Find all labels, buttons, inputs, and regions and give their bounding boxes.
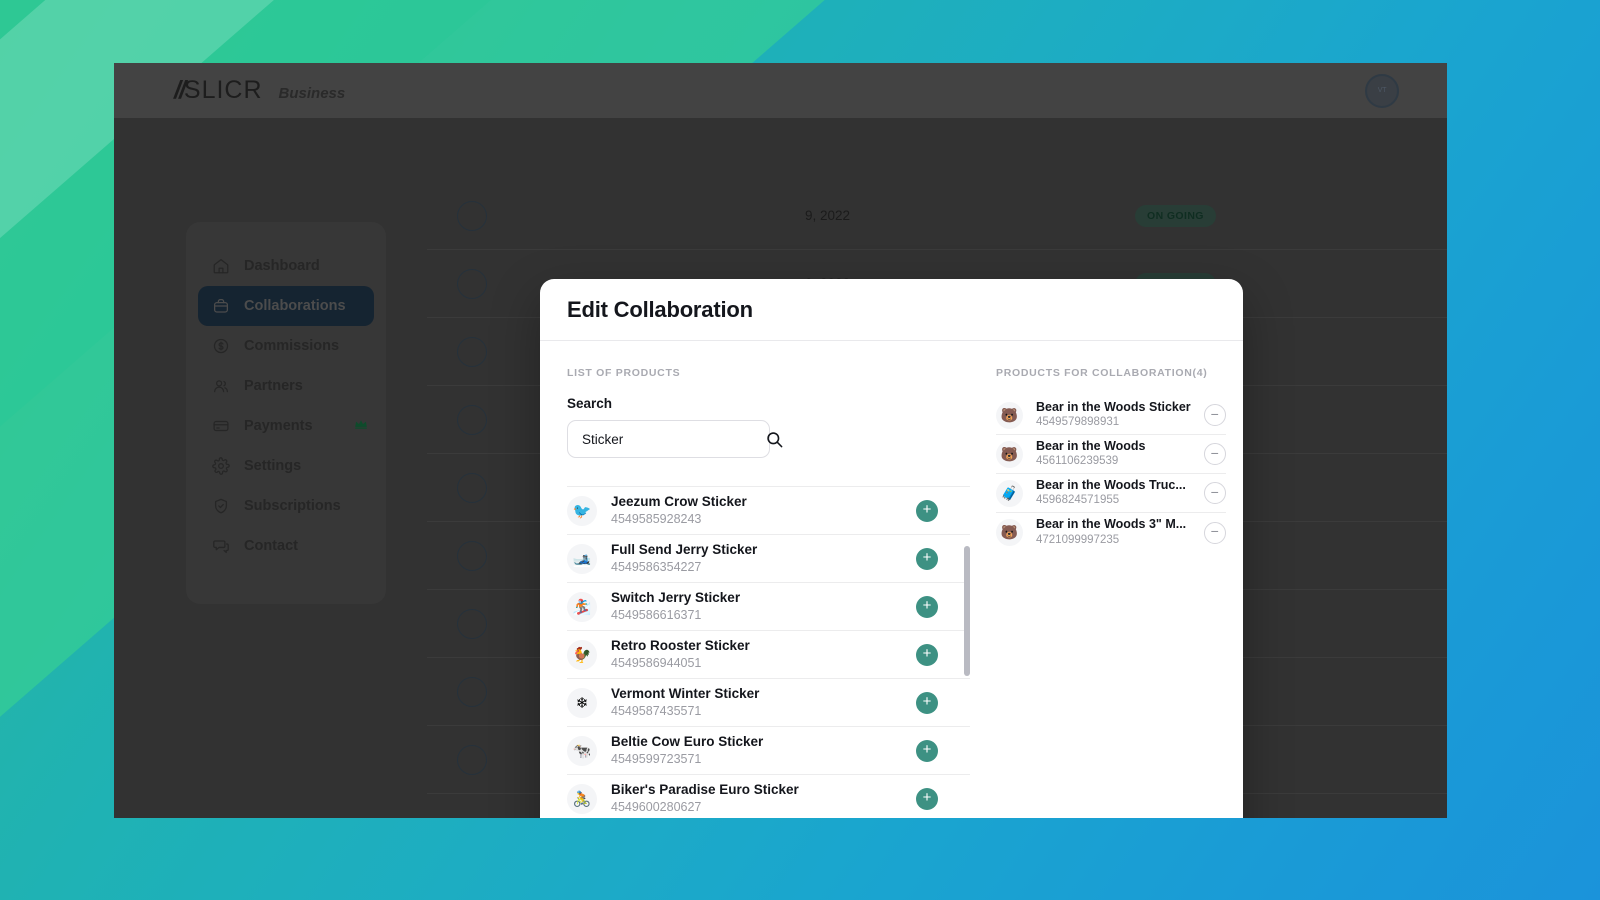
- brand: //SLICR Business: [174, 76, 345, 105]
- product-id: 4549585928243: [611, 511, 702, 526]
- product-thumbnail: 🐻: [996, 401, 1023, 429]
- product-thumbnail: 🚴: [567, 783, 597, 814]
- search-input[interactable]: [582, 431, 759, 447]
- product-name: Switch Jerry Sticker: [611, 589, 741, 605]
- products-for-collaboration-label: PRODUCTS FOR COLLABORATION(4): [996, 367, 1208, 379]
- product-list-item[interactable]: 🐦 Jeezum Crow Sticker 4549585928243 +: [567, 486, 970, 534]
- add-product-button[interactable]: +: [916, 691, 938, 714]
- scrollbar-thumb[interactable]: [964, 546, 970, 676]
- add-product-button[interactable]: +: [916, 547, 938, 570]
- product-thumbnail: ❄: [567, 687, 597, 718]
- add-product-button[interactable]: +: [916, 739, 938, 762]
- selected-product-item[interactable]: 🐻 Bear in the Woods Sticker 4549579898931 −: [996, 396, 1226, 435]
- selected-product-item[interactable]: 🐻 Bear in the Woods 3" M... 4721099997235 −: [996, 513, 1226, 552]
- product-thumbnail: 🧳: [996, 479, 1023, 507]
- product-thumbnail: 🏂: [567, 591, 597, 622]
- product-id: 4549587435571: [611, 703, 702, 718]
- remove-product-button[interactable]: −: [1203, 404, 1226, 426]
- edit-collaboration-modal: Edit Collaboration LIST OF PRODUCTS Sear…: [540, 279, 1243, 818]
- product-id: 4549586354227: [611, 559, 702, 574]
- top-bar: //SLICR Business VT: [114, 63, 1447, 118]
- selected-products-panel: PRODUCTS FOR COLLABORATION(4) 🐻 Bear in t…: [970, 367, 1243, 818]
- product-id: 4596824571955: [1036, 494, 1120, 507]
- product-id: 4549599723571: [611, 751, 702, 766]
- selected-product-item[interactable]: 🧳 Bear in the Woods Truc... 4596824571955 −: [996, 474, 1226, 513]
- product-name: Jeezum Crow Sticker: [611, 493, 747, 509]
- add-product-button[interactable]: +: [916, 499, 938, 522]
- search-box[interactable]: [567, 420, 783, 458]
- avatar[interactable]: VT: [1365, 73, 1399, 108]
- product-name: Bear in the Woods: [1036, 438, 1146, 453]
- list-of-products-label: LIST OF PRODUCTS: [567, 367, 681, 379]
- product-id: 4549586944051: [611, 655, 702, 670]
- product-name: Full Send Jerry Sticker: [611, 541, 758, 557]
- product-name: Retro Rooster Sticker: [611, 637, 750, 653]
- avatar-initials: VT: [1377, 87, 1387, 94]
- logo-slashes: //: [174, 76, 186, 104]
- product-thumbnail: 🐻: [996, 440, 1023, 468]
- product-list-panel: LIST OF PRODUCTS Search 🐦 Jeezum Crow Sti…: [540, 367, 970, 818]
- product-list-item[interactable]: ❄ Vermont Winter Sticker 4549587435571 +: [567, 678, 970, 726]
- add-product-button[interactable]: +: [916, 595, 938, 618]
- product-thumbnail: 🐄: [567, 735, 597, 766]
- remove-product-button[interactable]: −: [1203, 482, 1226, 504]
- product-id: 4549579898931: [1036, 416, 1120, 429]
- selected-product-list: 🐻 Bear in the Woods Sticker 4549579898931 −…: [996, 396, 1226, 552]
- product-id: 4561106239539: [1036, 455, 1119, 468]
- search-label: Search: [567, 396, 613, 411]
- product-list-item[interactable]: 🚴 Biker's Paradise Euro Sticker 4549600280…: [567, 774, 970, 818]
- product-list-item[interactable]: 🏂 Switch Jerry Sticker 4549586616371 +: [567, 582, 970, 630]
- page-title: Edit Collaboration: [567, 296, 753, 322]
- product-list-item[interactable]: 🎿 Full Send Jerry Sticker 4549586354227 +: [567, 534, 970, 582]
- add-product-button[interactable]: +: [916, 643, 938, 666]
- product-thumbnail: 🐻: [996, 519, 1023, 546]
- selected-product-item[interactable]: 🐻 Bear in the Woods 4561106239539 −: [996, 435, 1226, 474]
- product-name: Bear in the Woods Truc...: [1036, 477, 1186, 492]
- app-window: //SLICR Business VT 9, 2022ON GOING9, 20…: [114, 63, 1447, 818]
- product-id: 4549600280627: [611, 799, 702, 814]
- product-thumbnail: 🎿: [567, 543, 597, 574]
- product-name: Beltie Cow Euro Sticker: [611, 733, 764, 749]
- add-product-button[interactable]: +: [916, 787, 938, 810]
- product-list: 🐦 Jeezum Crow Sticker 4549585928243 + 🎿 Full …: [567, 486, 970, 818]
- app-logo: //SLICR: [174, 76, 263, 105]
- product-id: 4549586616371: [611, 607, 702, 622]
- product-list-item[interactable]: 🐄 Beltie Cow Euro Sticker 4549599723571 +: [567, 726, 970, 774]
- modal-header: Edit Collaboration: [540, 279, 1243, 341]
- product-list-item[interactable]: 🐓 Retro Rooster Sticker 4549586944051 +: [567, 630, 970, 678]
- product-id: 4721099997235: [1036, 533, 1120, 546]
- remove-product-button[interactable]: −: [1203, 443, 1226, 465]
- product-name: Bear in the Woods Sticker: [1036, 399, 1191, 414]
- search-icon[interactable]: [765, 430, 784, 449]
- product-name: Bear in the Woods 3" M...: [1036, 517, 1187, 532]
- product-name: Vermont Winter Sticker: [611, 685, 760, 701]
- brand-edition: Business: [278, 85, 346, 102]
- product-thumbnail: 🐦: [567, 495, 597, 526]
- remove-product-button[interactable]: −: [1203, 521, 1226, 544]
- product-name: Biker's Paradise Euro Sticker: [611, 781, 799, 797]
- product-thumbnail: 🐓: [567, 639, 597, 670]
- product-list-scroll[interactable]: 🐦 Jeezum Crow Sticker 4549585928243 + 🎿 Full …: [567, 486, 970, 818]
- logo-text: SLICR: [183, 76, 263, 104]
